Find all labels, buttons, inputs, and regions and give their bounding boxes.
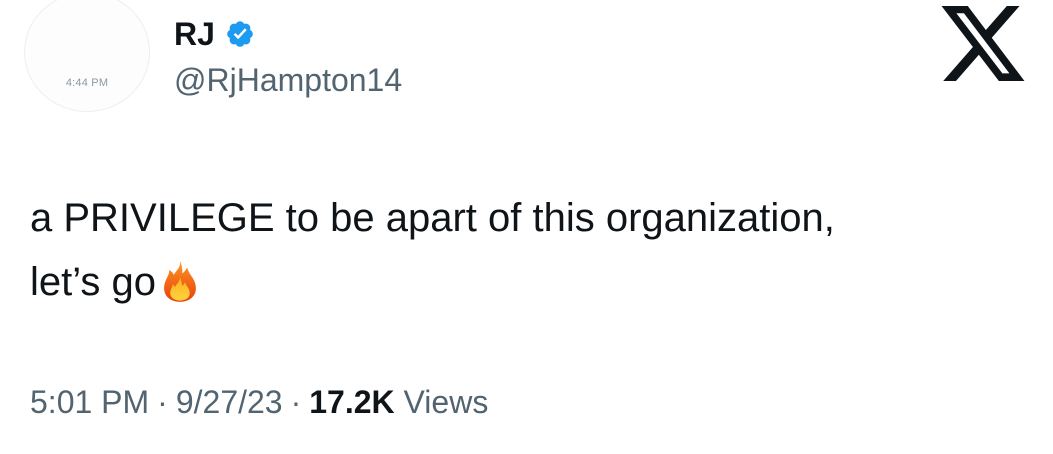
tweet-text: a PRIVILEGE to be apart of this organiza… (30, 186, 1020, 314)
tweet-text-line-1: a PRIVILEGE to be apart of this organiza… (30, 196, 835, 240)
tweet-card: 4:44 PM RJ @RjHampton14 a PRIVILEGE to b… (0, 0, 1053, 454)
tweet-text-line-2: let’s go (30, 260, 157, 304)
tweet-meta: 5:01 PM · 9/27/23 · 17.2K Views (30, 380, 488, 424)
avatar[interactable]: 4:44 PM (24, 0, 150, 112)
fire-icon (164, 260, 196, 302)
meta-separator: · (157, 384, 168, 420)
avatar-time-text: 4:44 PM (65, 77, 109, 89)
tweet-date[interactable]: 9/27/23 (176, 384, 283, 420)
tweet-time[interactable]: 5:01 PM (30, 384, 149, 420)
views-label[interactable]: Views (404, 384, 489, 420)
x-logo-icon (941, 6, 1025, 81)
tweet-text-line-2-wrap: let’s go (30, 250, 1020, 314)
views-count[interactable]: 17.2K (309, 384, 394, 420)
meta-separator-2: · (290, 384, 302, 420)
author-handle[interactable]: @RjHampton14 (174, 60, 402, 100)
verified-badge-icon (227, 21, 253, 47)
display-name[interactable]: RJ (174, 14, 215, 54)
author-name-row: RJ (174, 14, 255, 54)
